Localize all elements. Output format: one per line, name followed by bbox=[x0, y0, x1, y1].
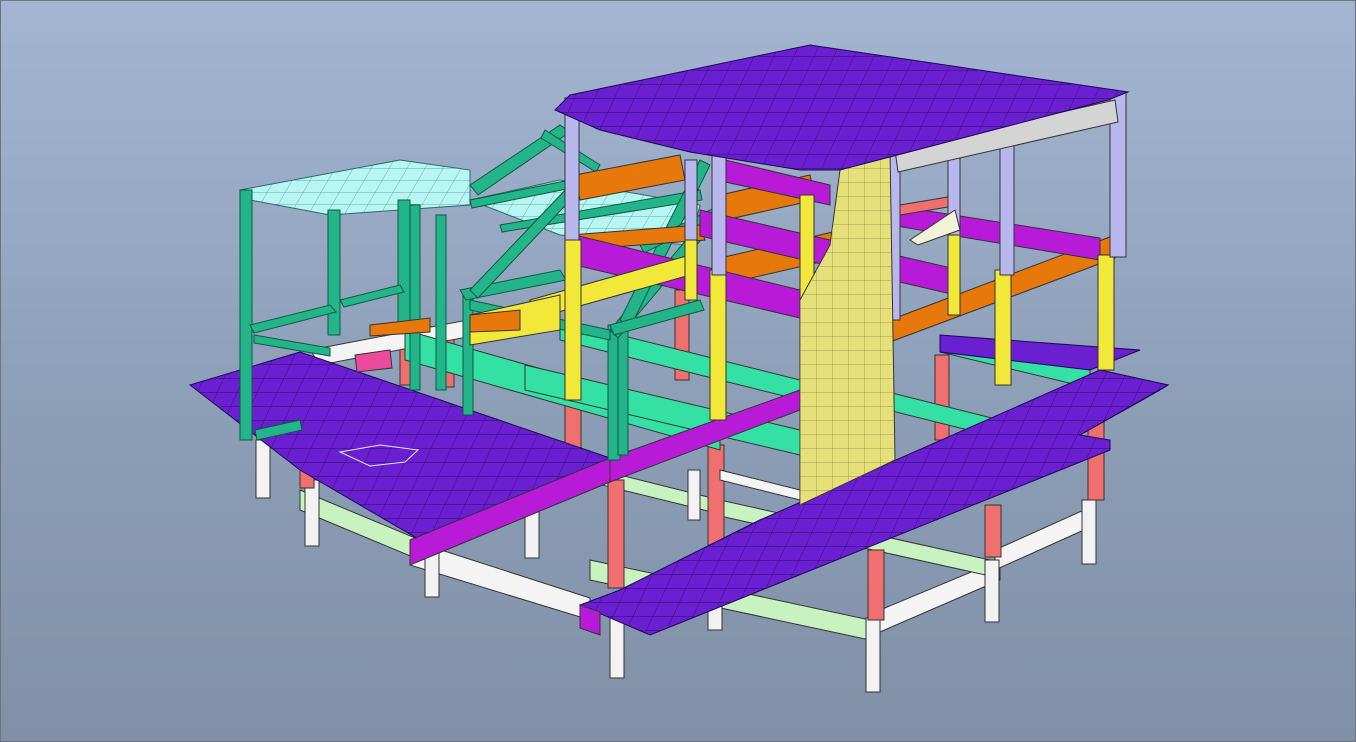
structural-model bbox=[188, 44, 1170, 693]
3d-model-viewport[interactable] bbox=[0, 0, 1356, 742]
roof-slab bbox=[554, 44, 1130, 171]
